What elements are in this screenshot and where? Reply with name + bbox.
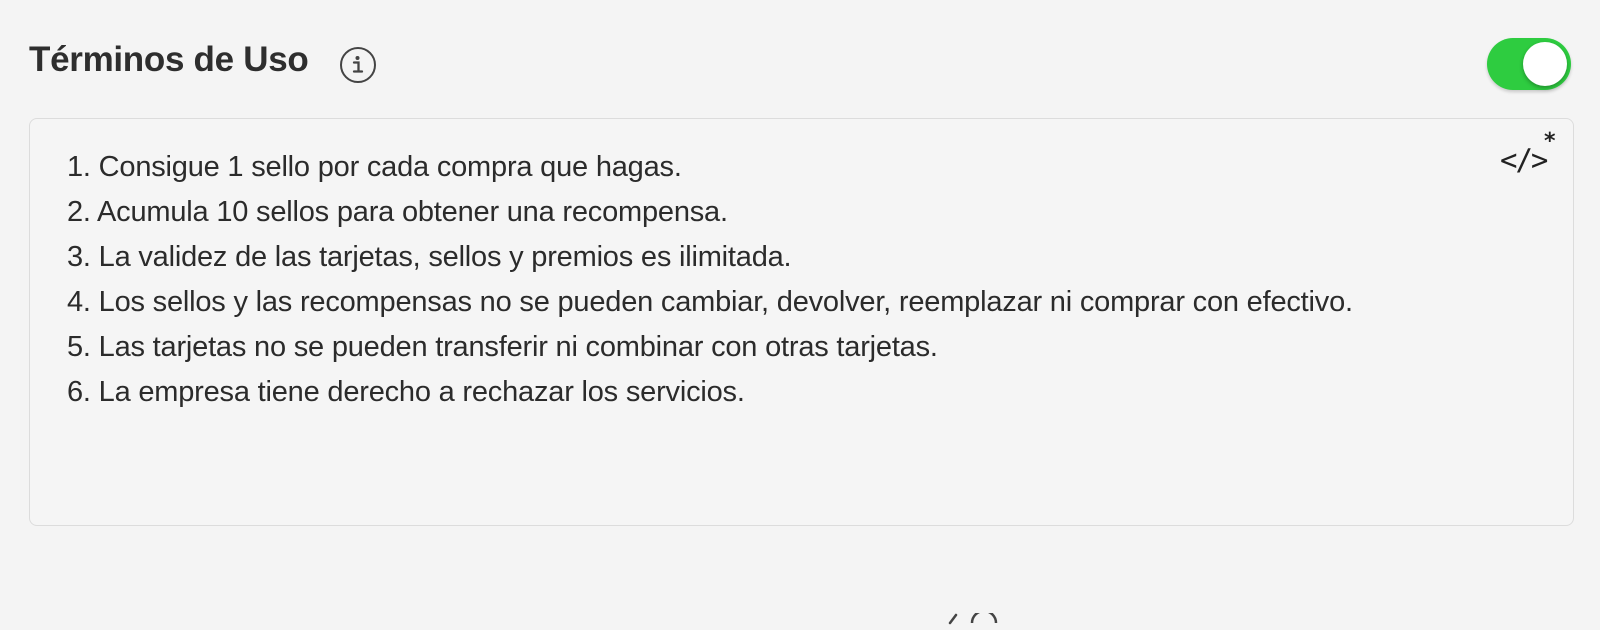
toggle-knob xyxy=(1523,42,1567,86)
terms-line-6: 6. La empresa tiene derecho a rechazar l… xyxy=(67,376,745,408)
terms-line-2: 2. Acumula 10 sellos para obtener una re… xyxy=(67,196,728,228)
terms-editor[interactable]: 1. Consigue 1 sello por cada compra que … xyxy=(29,118,1574,526)
terms-enabled-toggle[interactable] xyxy=(1487,38,1571,90)
terms-line-3: 3. La validez de las tarjetas, sellos y … xyxy=(67,241,792,273)
terms-line-4: 4. Los sellos y las recompensas no se pu… xyxy=(67,286,1353,318)
info-icon[interactable] xyxy=(340,47,376,83)
terms-section-header: Términos de Uso xyxy=(0,0,1600,118)
terms-line-1: 1. Consigue 1 sello por cada compra que … xyxy=(67,151,682,183)
section-title: Términos de Uso xyxy=(29,40,309,79)
code-view-button[interactable]: </> * xyxy=(1500,129,1560,181)
partial-icon xyxy=(948,609,1018,625)
terms-text[interactable]: 1. Consigue 1 sello por cada compra que … xyxy=(67,145,1427,415)
terms-line-5: 5. Las tarjetas no se pueden transferir … xyxy=(67,331,938,363)
code-asterisk: * xyxy=(1544,129,1556,154)
code-tags-icon: </> xyxy=(1500,143,1548,177)
